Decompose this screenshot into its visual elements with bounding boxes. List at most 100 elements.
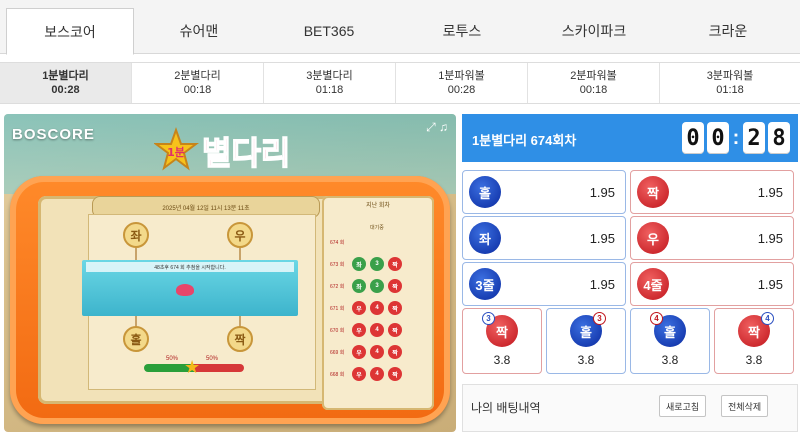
bet-right[interactable]: 우 1.95 bbox=[630, 216, 794, 260]
brand-logo: BOSCORE bbox=[12, 126, 95, 143]
game-tabs: 1분별다리 00:28 2분별다리 00:18 3분별다리 01:18 1분파워… bbox=[0, 62, 800, 104]
combo-badge: 4 bbox=[650, 312, 663, 325]
history-row: 670 회 우 4 짝 bbox=[330, 322, 406, 338]
history-ball-parity: 짝 bbox=[388, 257, 402, 271]
history-ball-side: 우 bbox=[352, 367, 366, 381]
bet-chip: 4줄 bbox=[637, 268, 669, 300]
even-marker: 짝 bbox=[227, 326, 253, 352]
history-ball-lines: 4 bbox=[370, 367, 384, 381]
history-round: 671 회 bbox=[330, 305, 345, 312]
history-board: 지난 회차 대기중 674 회 673 회 좌 3 짝 672 회 좌 3 짝 … bbox=[322, 196, 434, 410]
tab-label: 스카이파크 bbox=[561, 23, 627, 39]
combo-badge: 4 bbox=[761, 312, 774, 325]
tab-label: 슈어맨 bbox=[179, 23, 219, 39]
bet-odds: 1.95 bbox=[589, 277, 615, 292]
history-ball-parity: 짝 bbox=[388, 367, 402, 381]
right-marker: 우 bbox=[227, 222, 253, 248]
countdown-digit: 2 bbox=[743, 122, 765, 154]
round-title: 1분별다리 674회차 bbox=[472, 133, 577, 148]
history-title: 지난 회차 bbox=[366, 203, 390, 209]
even-percent: 50% bbox=[206, 356, 219, 362]
game-tab-title: 2분별다리 bbox=[174, 70, 221, 82]
refresh-button[interactable]: 새로고침 bbox=[659, 395, 707, 417]
tab-lotus[interactable]: 로투스 bbox=[394, 8, 530, 54]
bet-odds: 3.8 bbox=[577, 353, 595, 367]
history-row: 674 회 bbox=[330, 234, 352, 250]
bet-odds: 3.8 bbox=[661, 353, 679, 367]
bet-4lines[interactable]: 4줄 1.95 bbox=[630, 262, 794, 306]
bet-combo-4-odd[interactable]: 4 홀 3.8 bbox=[630, 308, 710, 374]
bet-odds: 1.95 bbox=[757, 277, 783, 292]
game-tab-2min-star[interactable]: 2분별다리 00:18 bbox=[132, 63, 264, 103]
bet-odds: 1.95 bbox=[589, 185, 615, 200]
history-round: 669 회 bbox=[330, 349, 345, 356]
game-tab-3min-star[interactable]: 3분별다리 01:18 bbox=[264, 63, 396, 103]
history-header: 대기중 bbox=[370, 225, 384, 231]
history-ball-lines: 4 bbox=[370, 323, 384, 337]
my-bets: 나의 배팅내역 새로고침 전체삭제 bbox=[462, 384, 798, 432]
bet-odd[interactable]: 홀 1.95 bbox=[462, 170, 626, 214]
countdown-colon: : bbox=[732, 126, 740, 149]
game-tab-title: 1분별다리 bbox=[42, 70, 89, 82]
tab-label: 로투스 bbox=[442, 23, 482, 39]
game-screen: BOSCORE 1분 별다리 ⤢ ♫ 2025년 04월 12일 11시 13분… bbox=[4, 114, 456, 432]
bet-chip: 우 bbox=[637, 222, 669, 254]
tab-crown[interactable]: 크라운 bbox=[658, 8, 798, 54]
history-ball-parity: 짝 bbox=[388, 279, 402, 293]
history-row: 669 회 우 4 짝 bbox=[330, 344, 406, 360]
game-tab-title: 3분별다리 bbox=[306, 70, 353, 82]
tab-bet365[interactable]: BET365 bbox=[264, 8, 394, 54]
game-tab-3min-powerball[interactable]: 3분파워볼 01:18 bbox=[660, 63, 800, 103]
game-tab-title: 1분파워볼 bbox=[438, 70, 485, 82]
bet-odds: 1.95 bbox=[757, 231, 783, 246]
combo-badge: 3 bbox=[593, 312, 606, 325]
bet-combo-4-even[interactable]: 4 짝 3.8 bbox=[714, 308, 794, 374]
history-ball-parity: 짝 bbox=[388, 345, 402, 359]
countdown-digit: 8 bbox=[768, 122, 790, 154]
left-marker: 좌 bbox=[123, 222, 149, 248]
delete-all-button[interactable]: 전체삭제 bbox=[721, 395, 769, 417]
provider-tabs: 보스코어 슈어맨 BET365 로투스 스카이파크 크라운 bbox=[0, 0, 800, 55]
game-logo: 1분 별다리 bbox=[154, 127, 291, 173]
sound-settings-icons[interactable]: ⤢ ♫ bbox=[426, 120, 448, 135]
history-round: 670 회 bbox=[330, 327, 345, 334]
countdown-digit: 0 bbox=[682, 122, 704, 154]
game-tab-time: 00:28 bbox=[51, 84, 80, 96]
countdown-timer: 0 0 : 2 8 bbox=[679, 122, 790, 154]
tab-skypark[interactable]: 스카이파크 bbox=[530, 8, 658, 54]
game-tab-2min-powerball[interactable]: 2분파워볼 00:18 bbox=[528, 63, 660, 103]
game-tab-1min-powerball[interactable]: 1분파워볼 00:28 bbox=[396, 63, 528, 103]
bet-chip: 좌 bbox=[469, 222, 501, 254]
bet-combo-3-odd[interactable]: 3 홀 3.8 bbox=[546, 308, 626, 374]
history-row: 672 회 좌 3 짝 bbox=[330, 278, 406, 294]
bet-chip: 짝 bbox=[637, 176, 669, 208]
tab-label: 크라운 bbox=[708, 23, 748, 39]
history-row: 673 회 좌 3 짝 bbox=[330, 256, 406, 272]
game-tab-time: 01:18 bbox=[315, 84, 344, 96]
game-tab-time: 00:18 bbox=[183, 84, 212, 96]
bet-3lines[interactable]: 3줄 1.95 bbox=[462, 262, 626, 306]
game-tab-title: 3분파워볼 bbox=[706, 70, 754, 82]
bet-combo-3-even[interactable]: 3 짝 3.8 bbox=[462, 308, 542, 374]
game-tab-time: 00:28 bbox=[447, 84, 476, 96]
bet-odds: 3.8 bbox=[745, 353, 763, 367]
tab-sureman[interactable]: 슈어맨 bbox=[134, 8, 264, 54]
history-ball-lines: 4 bbox=[370, 301, 384, 315]
bet-even[interactable]: 짝 1.95 bbox=[630, 170, 794, 214]
bet-odds: 1.95 bbox=[757, 185, 783, 200]
history-ball-lines: 4 bbox=[370, 345, 384, 359]
history-row: 668 회 우 4 짝 bbox=[330, 366, 406, 382]
bet-left[interactable]: 좌 1.95 bbox=[462, 216, 626, 260]
game-tab-1min-star[interactable]: 1분별다리 00:28 bbox=[0, 63, 132, 103]
bet-chip: 3줄 bbox=[469, 268, 501, 300]
bet-odds: 3.8 bbox=[493, 353, 511, 367]
odd-marker: 홀 bbox=[123, 326, 149, 352]
odd-percent: 50% bbox=[166, 356, 179, 362]
logo-text: 별다리 bbox=[202, 134, 290, 172]
history-round: 674 회 bbox=[330, 239, 345, 246]
bet-chip: 홀 bbox=[469, 176, 501, 208]
combo-badge: 3 bbox=[482, 312, 495, 325]
game-tab-title: 2분파워볼 bbox=[570, 70, 617, 82]
tab-boscore[interactable]: 보스코어 bbox=[6, 8, 134, 55]
history-ball-lines: 3 bbox=[370, 279, 384, 293]
